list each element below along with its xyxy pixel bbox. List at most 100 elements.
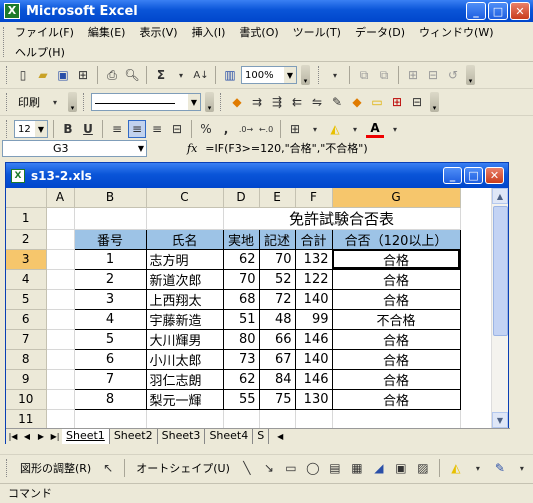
link-icon[interactable]: ⧉ [355, 66, 373, 84]
fill-color-dropdown-icon[interactable]: ▾ [346, 120, 364, 138]
written-score-cell[interactable]: 48 [258, 308, 296, 330]
header-cell[interactable]: 記述 [258, 228, 296, 250]
menu-insert[interactable]: 挿入(I) [185, 24, 233, 40]
number-cell[interactable]: 8 [73, 388, 147, 410]
name-cell[interactable]: 宇藤新造 [145, 308, 224, 330]
total-score-cell[interactable]: 132 [294, 248, 333, 270]
number-cell[interactable]: 5 [73, 328, 147, 350]
print-dropdown-icon[interactable]: ▾ [46, 93, 64, 111]
number-cell[interactable]: 2 [73, 268, 147, 290]
total-score-cell[interactable]: 122 [294, 268, 333, 290]
result-cell[interactable]: 合格 [331, 388, 461, 410]
textbox-icon[interactable]: ▤ [326, 459, 344, 477]
header-cell[interactable]: 氏名 [145, 228, 224, 250]
name-cell[interactable]: 志方明 [145, 248, 224, 270]
select-all-corner[interactable] [6, 188, 47, 208]
chevron-down-icon[interactable]: ▼ [138, 144, 144, 153]
practical-score-cell[interactable]: 51 [222, 308, 260, 330]
number-cell[interactable]: 1 [73, 248, 147, 270]
result-cell[interactable]: 合格 [331, 288, 461, 310]
remove-dependents-icon[interactable]: ⇋ [308, 93, 326, 111]
comma-button[interactable]: , [217, 120, 235, 138]
toolbar-grip[interactable] [6, 459, 9, 477]
practical-score-cell[interactable]: 55 [222, 388, 260, 410]
align-center-icon[interactable]: ≡ [128, 120, 146, 138]
toolbar-options-icon[interactable]: ▾ [466, 65, 475, 85]
toolbar-options-icon[interactable]: ▾ [430, 92, 439, 112]
autosum-dropdown-icon[interactable]: ▾ [172, 66, 190, 84]
borders-icon[interactable]: ⊞ [286, 120, 304, 138]
menu-view[interactable]: 表示(V) [132, 24, 184, 40]
header-cell[interactable]: 番号 [73, 228, 147, 250]
arrow-icon[interactable]: ↘ [260, 459, 278, 477]
column-header[interactable]: E [259, 188, 296, 208]
total-score-cell[interactable]: 146 [294, 328, 333, 350]
menu-data[interactable]: データ(D) [348, 24, 412, 40]
workbook-minimize-button[interactable]: _ [443, 167, 462, 184]
cell[interactable] [332, 409, 461, 428]
merge-center-icon[interactable]: ⊟ [168, 120, 186, 138]
sheet-tab-sheet3[interactable]: Sheet3 [157, 429, 206, 444]
toolbar-options-icon[interactable]: ▾ [205, 92, 214, 112]
toolbar-grip[interactable] [220, 93, 223, 111]
row-header-selected[interactable]: 3 [6, 249, 47, 270]
line-color-dropdown-icon[interactable]: ▾ [513, 459, 531, 477]
unlink-icon[interactable]: ⧉ [375, 66, 393, 84]
sheet-tab-sheet4[interactable]: Sheet4 [205, 429, 254, 444]
result-cell[interactable]: 合格 [331, 328, 461, 350]
total-score-cell[interactable]: 99 [294, 308, 333, 330]
delete-cells-icon[interactable]: ⊟ [424, 66, 442, 84]
row-header[interactable]: 8 [6, 349, 47, 370]
column-header[interactable]: A [46, 188, 75, 208]
column-header[interactable]: D [223, 188, 260, 208]
permission-icon[interactable]: ⊞ [74, 66, 92, 84]
row-header[interactable]: 5 [6, 289, 47, 310]
written-score-cell[interactable]: 70 [258, 248, 296, 270]
written-score-cell[interactable]: 66 [258, 328, 296, 350]
cell[interactable] [46, 207, 75, 230]
cell[interactable] [46, 329, 75, 350]
toolbar-grip[interactable] [6, 93, 9, 111]
cell[interactable] [74, 207, 147, 230]
workbook-restore-button[interactable]: □ [464, 167, 483, 184]
sheet-tab-sheet1[interactable]: Sheet1 [62, 429, 110, 444]
select-objects-icon[interactable]: ↖ [99, 459, 117, 477]
diagram-icon[interactable]: ◢ [370, 459, 388, 477]
name-cell[interactable]: 上西翔太 [145, 288, 224, 310]
cell[interactable] [46, 289, 75, 310]
name-cell[interactable]: 小川太郎 [145, 348, 224, 370]
row-header[interactable]: 1 [6, 207, 47, 230]
line-color-icon[interactable]: ✎ [491, 459, 509, 477]
practical-score-cell[interactable]: 62 [222, 368, 260, 390]
cell[interactable] [46, 229, 75, 250]
row-header[interactable]: 2 [6, 229, 47, 250]
column-header[interactable]: B [74, 188, 147, 208]
rectangle-icon[interactable]: ▭ [282, 459, 300, 477]
toolbar-options-icon[interactable]: ▾ [326, 66, 344, 84]
scroll-down-icon[interactable]: ▼ [492, 412, 508, 428]
cell[interactable] [46, 349, 75, 370]
trace-dependents-icon[interactable]: ⇇ [288, 93, 306, 111]
sort-ascending-icon[interactable]: A↓ [192, 66, 210, 84]
print-preview-icon[interactable]: 🔍︎ [123, 66, 141, 84]
number-cell[interactable]: 6 [73, 348, 147, 370]
line-style-combo[interactable]: ▼ [91, 93, 201, 111]
menu-window[interactable]: ウィンドウ(W) [412, 24, 500, 40]
cell[interactable] [46, 409, 75, 428]
cell[interactable] [46, 389, 75, 410]
font-color-dropdown-icon[interactable]: ▾ [386, 120, 404, 138]
menu-file[interactable]: ファイル(F) [8, 24, 81, 40]
written-score-cell[interactable]: 72 [258, 288, 296, 310]
menu-tools[interactable]: ツール(T) [286, 24, 348, 40]
cell[interactable] [146, 409, 224, 428]
error-icon[interactable]: ◆ [348, 93, 366, 111]
print-icon[interactable]: ⎙ [103, 66, 121, 84]
fill-color-icon[interactable]: ◭ [326, 120, 344, 138]
number-cell[interactable]: 3 [73, 288, 147, 310]
print-label[interactable]: 印刷 [14, 94, 44, 110]
header-cell[interactable]: 合否（120以上） [331, 228, 461, 250]
cell[interactable] [46, 249, 75, 270]
remove-arrows-icon[interactable]: ⇶ [268, 93, 286, 111]
toolbar-grip[interactable] [83, 93, 86, 111]
chart-wizard-icon[interactable]: ▥ [221, 66, 239, 84]
